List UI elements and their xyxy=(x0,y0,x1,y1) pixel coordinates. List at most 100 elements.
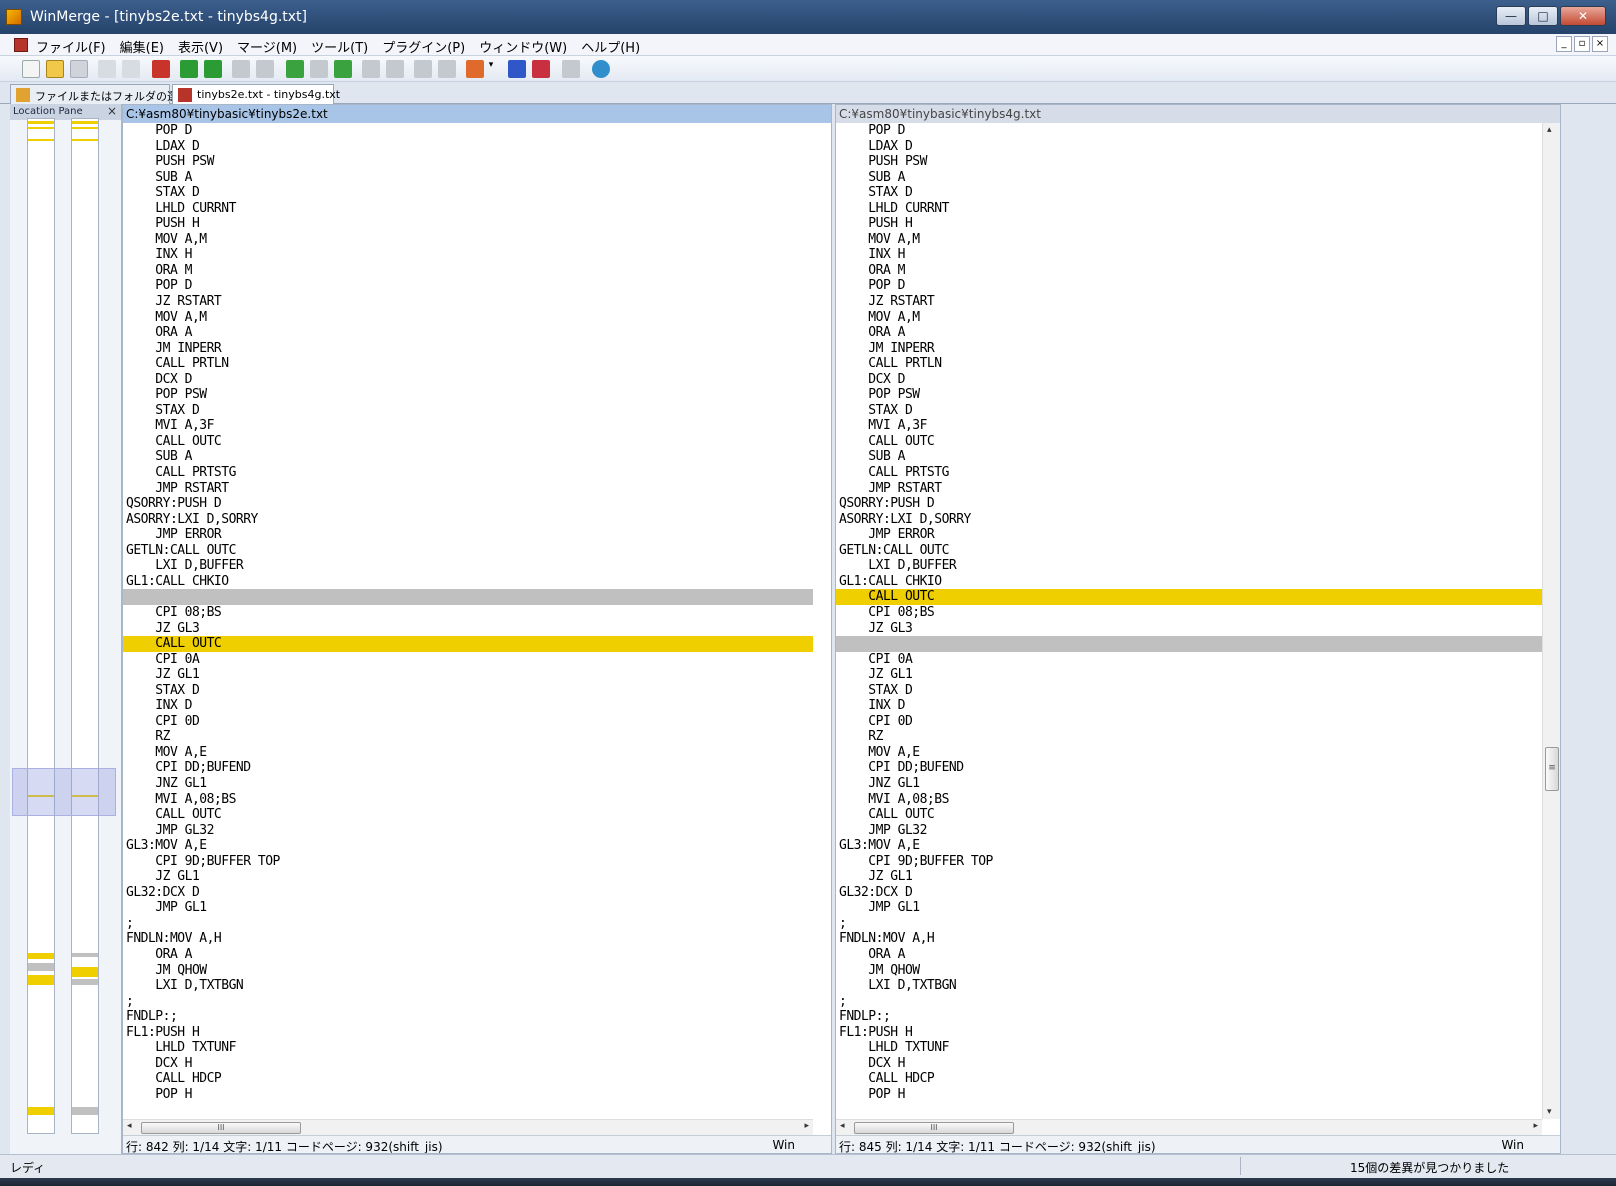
code-line[interactable]: LXI D,BUFFER xyxy=(123,558,813,574)
code-line[interactable]: DCX D xyxy=(836,372,1542,388)
code-line[interactable]: DCX H xyxy=(836,1056,1542,1072)
code-line[interactable]: CALL OUTC xyxy=(836,434,1542,450)
code-line[interactable]: POP D xyxy=(836,278,1542,294)
scroll-right-arrow-icon[interactable]: ▸ xyxy=(804,1121,809,1131)
code-line[interactable]: MOV A,E xyxy=(836,745,1542,761)
code-line[interactable]: CPI 0D xyxy=(836,714,1542,730)
code-line[interactable]: ORA A xyxy=(123,325,813,341)
location-bar-left[interactable] xyxy=(27,118,55,1134)
code-line[interactable]: CALL OUTC xyxy=(836,807,1542,823)
code-line[interactable]: CPI 08;BS xyxy=(123,605,813,621)
code-line[interactable]: JZ GL1 xyxy=(836,667,1542,683)
tab-compare[interactable]: tinybs2e.txt - tinybs4g.txt xyxy=(172,84,340,104)
code-line[interactable]: JZ GL3 xyxy=(123,621,813,637)
location-pane[interactable]: Location Pane × xyxy=(10,104,122,1154)
code-line[interactable]: RZ xyxy=(836,729,1542,745)
code-line[interactable]: SUB A xyxy=(123,170,813,186)
code-line[interactable]: JMP RSTART xyxy=(123,481,813,497)
code-line[interactable]: MVI A,3F xyxy=(836,418,1542,434)
scroll-left-arrow-icon[interactable]: ◂ xyxy=(840,1121,845,1131)
first-diff-icon[interactable] xyxy=(152,60,170,78)
current-diff-icon[interactable] xyxy=(256,60,274,78)
code-line[interactable]: CPI 0A xyxy=(836,652,1542,668)
code-line[interactable]: POP D xyxy=(836,123,1542,139)
scroll-up-arrow-icon[interactable]: ▴ xyxy=(1547,125,1552,135)
menu-file[interactable]: ファイル(F) xyxy=(36,37,106,56)
code-line[interactable]: JM QHOW xyxy=(836,963,1542,979)
horizontal-scroll-thumb[interactable]: III xyxy=(141,1122,301,1134)
code-line[interactable]: CALL PRTSTG xyxy=(123,465,813,481)
code-line[interactable]: GL3:MOV A,E xyxy=(123,838,813,854)
missing-line[interactable] xyxy=(836,636,1542,652)
last-diff-icon[interactable] xyxy=(232,60,250,78)
code-line[interactable]: PUSH H xyxy=(123,216,813,232)
title-bar[interactable]: WinMerge - [tinybs2e.txt - tinybs4g.txt]… xyxy=(0,0,1616,34)
code-line[interactable]: GL1:CALL CHKIO xyxy=(836,574,1542,590)
copy-right-icon[interactable] xyxy=(362,60,380,78)
winmerge-app-icon[interactable] xyxy=(6,9,22,25)
code-line[interactable]: LXI D,TXTBGN xyxy=(836,978,1542,994)
code-line[interactable]: FL1:PUSH H xyxy=(123,1025,813,1041)
code-line[interactable]: LXI D,BUFFER xyxy=(836,558,1542,574)
code-line[interactable]: STAX D xyxy=(123,403,813,419)
code-line[interactable]: JNZ GL1 xyxy=(836,776,1542,792)
location-bar-right[interactable] xyxy=(71,118,99,1134)
code-line[interactable]: JZ GL1 xyxy=(123,869,813,885)
code-line[interactable]: GL32:DCX D xyxy=(836,885,1542,901)
code-line[interactable]: RZ xyxy=(123,729,813,745)
code-line[interactable]: INX D xyxy=(836,698,1542,714)
tab-open-select[interactable]: ファイルまたはフォルダの選択... xyxy=(10,84,200,104)
diff-line[interactable]: CALL OUTC xyxy=(836,589,1542,605)
close-button[interactable]: ✕ xyxy=(1560,6,1606,26)
code-line[interactable]: POP H xyxy=(836,1087,1542,1103)
code-line[interactable]: CALL PRTSTG xyxy=(836,465,1542,481)
code-line[interactable]: CALL OUTC xyxy=(123,434,813,450)
code-line[interactable]: LXI D,TXTBGN xyxy=(123,978,813,994)
menu-tools[interactable]: ツール(T) xyxy=(311,37,368,56)
open-icon[interactable] xyxy=(46,60,64,78)
copy-left-advance-icon[interactable] xyxy=(438,60,456,78)
code-line[interactable]: JMP RSTART xyxy=(836,481,1542,497)
right-file-pane[interactable]: C:¥asm80¥tinybasic¥tinybs4g.txt POP D LD… xyxy=(835,104,1561,1154)
mdi-close-button[interactable]: × xyxy=(1592,36,1608,52)
code-line[interactable]: STAX D xyxy=(836,683,1542,699)
diff-line[interactable]: CALL OUTC xyxy=(123,636,813,652)
code-line[interactable]: CALL PRTLN xyxy=(836,356,1542,372)
mdi-minimize-button[interactable]: _ xyxy=(1556,36,1572,52)
code-line[interactable]: ASORRY:LXI D,SORRY xyxy=(123,512,813,528)
code-line[interactable]: PUSH PSW xyxy=(123,154,813,170)
code-line[interactable]: PUSH H xyxy=(836,216,1542,232)
options-dropdown-icon[interactable]: ▾ xyxy=(486,60,496,78)
refresh-icon[interactable] xyxy=(592,60,610,78)
compare-icon[interactable] xyxy=(508,60,526,78)
horizontal-scroll-thumb[interactable]: III xyxy=(854,1122,1014,1134)
code-line[interactable]: JMP GL32 xyxy=(123,823,813,839)
code-line[interactable]: DCX H xyxy=(123,1056,813,1072)
code-line[interactable]: POP PSW xyxy=(123,387,813,403)
code-line[interactable]: JNZ GL1 xyxy=(123,776,813,792)
vertical-scroll-thumb[interactable]: ≡ xyxy=(1545,747,1559,791)
tile-icon[interactable] xyxy=(562,60,580,78)
code-line[interactable]: FL1:PUSH H xyxy=(836,1025,1542,1041)
code-line[interactable]: GL32:DCX D xyxy=(123,885,813,901)
code-line[interactable]: ORA M xyxy=(123,263,813,279)
code-line[interactable]: FNDLN:MOV A,H xyxy=(836,931,1542,947)
menu-merge[interactable]: マージ(M) xyxy=(237,37,297,56)
code-line[interactable]: STAX D xyxy=(123,683,813,699)
code-line[interactable]: JMP GL32 xyxy=(836,823,1542,839)
code-line[interactable]: MOV A,M xyxy=(123,310,813,326)
code-line[interactable]: SUB A xyxy=(123,449,813,465)
scroll-right-arrow-icon[interactable]: ▸ xyxy=(1533,1121,1538,1131)
code-line[interactable]: GL1:CALL CHKIO xyxy=(123,574,813,590)
menu-edit[interactable]: 編集(E) xyxy=(120,37,164,56)
code-line[interactable]: GETLN:CALL OUTC xyxy=(123,543,813,559)
code-line[interactable]: CPI 0D xyxy=(123,714,813,730)
minimize-button[interactable]: — xyxy=(1496,6,1526,26)
code-line[interactable]: STAX D xyxy=(123,185,813,201)
menu-plugins[interactable]: プラグイン(P) xyxy=(382,37,465,56)
code-line[interactable]: QSORRY:PUSH D xyxy=(123,496,813,512)
maximize-button[interactable]: □ xyxy=(1528,6,1558,26)
code-line[interactable]: CPI 08;BS xyxy=(836,605,1542,621)
code-line[interactable]: LDAX D xyxy=(836,139,1542,155)
scroll-down-arrow-icon[interactable]: ▾ xyxy=(1547,1107,1552,1117)
